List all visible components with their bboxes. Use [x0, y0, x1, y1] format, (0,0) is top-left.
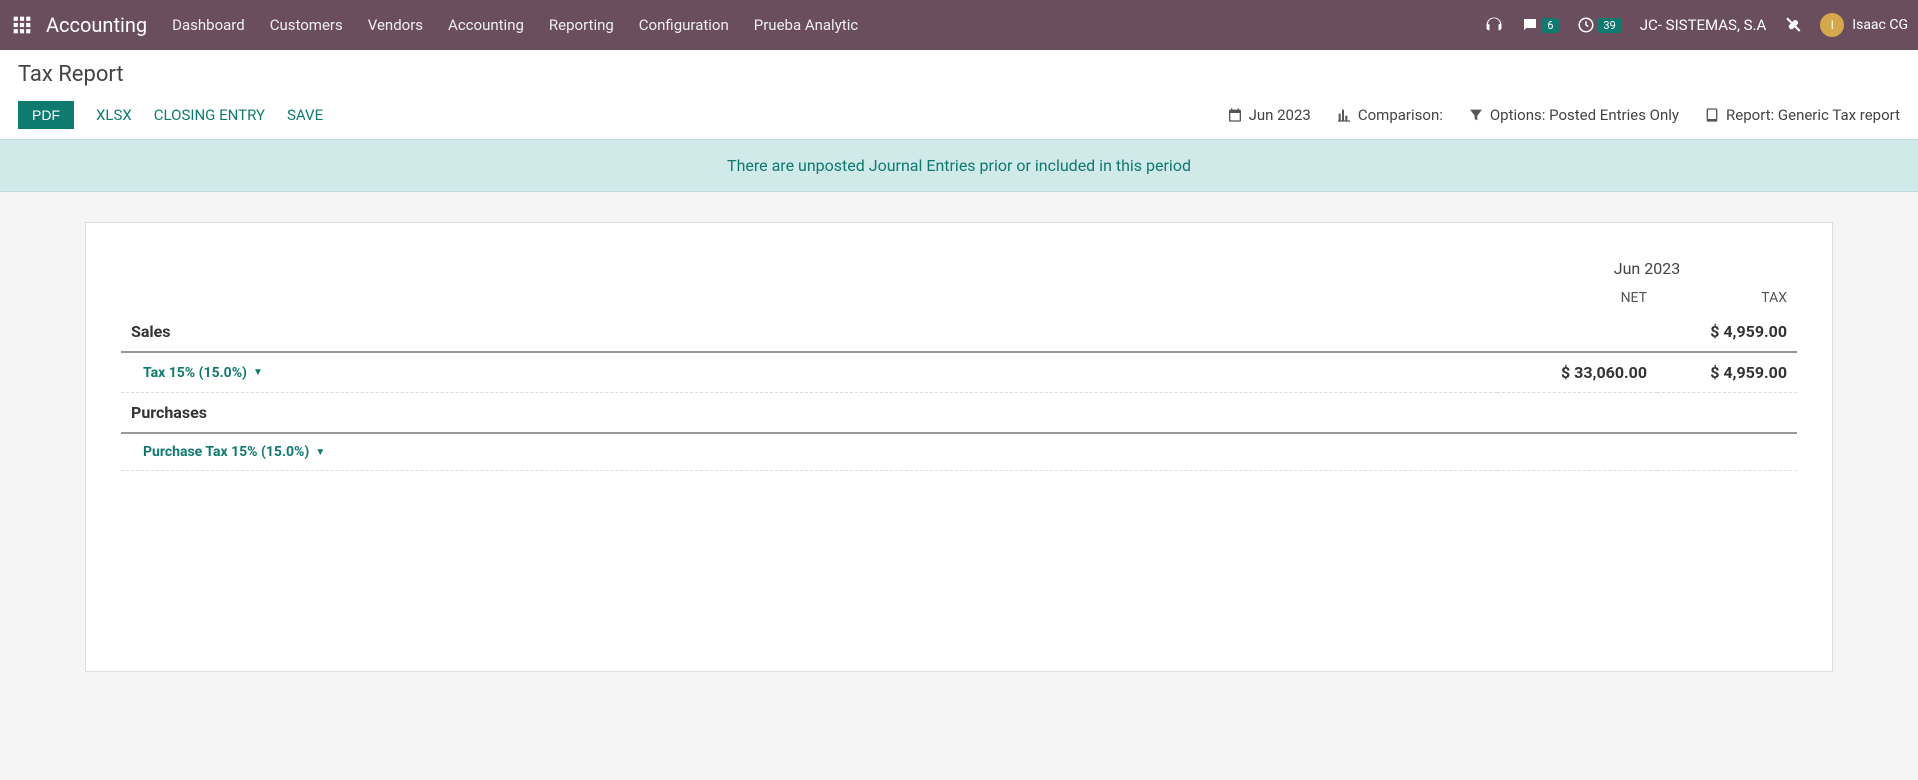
- nav-prueba-analytic[interactable]: Prueba Analytic: [754, 16, 858, 34]
- toolbar-right: Jun 2023 Comparison: Options: Posted Ent…: [1227, 106, 1900, 124]
- warning-banner[interactable]: There are unposted Journal Entries prior…: [0, 139, 1918, 192]
- col-net-header: NET: [1497, 284, 1657, 312]
- caret-down-icon: ▼: [315, 447, 325, 458]
- caret-down-icon: ▼: [253, 367, 263, 378]
- comparison-filter[interactable]: Comparison:: [1336, 106, 1443, 124]
- navbar: Accounting Dashboard Customers Vendors A…: [0, 0, 1918, 50]
- user-name: Isaac CG: [1852, 17, 1908, 33]
- detail-sales-tax: Tax 15% (15.0%) ▼ $ 33,060.00 $ 4,959.00: [121, 352, 1797, 393]
- date-filter[interactable]: Jun 2023: [1227, 106, 1311, 124]
- calendar-icon: [1227, 107, 1243, 123]
- col-tax-header: TAX: [1657, 284, 1797, 312]
- toolbar: PDF XLSX CLOSING ENTRY SAVE Jun 2023 Com…: [18, 101, 1900, 139]
- detail-tax: $ 4,959.00: [1657, 352, 1797, 393]
- report-wrap: Jun 2023 NET TAX Sales $ 4,959.00: [0, 192, 1918, 702]
- filter-icon: [1468, 107, 1484, 123]
- nav-accounting[interactable]: Accounting: [448, 16, 524, 34]
- user-menu[interactable]: I Isaac CG: [1820, 13, 1908, 37]
- section-label: Purchases: [121, 393, 1497, 434]
- pdf-button[interactable]: PDF: [18, 101, 74, 129]
- date-filter-label: Jun 2023: [1249, 106, 1311, 124]
- detail-purchase-tax: Purchase Tax 15% (15.0%) ▼: [121, 433, 1797, 471]
- save-button[interactable]: SAVE: [287, 106, 323, 124]
- report-selector[interactable]: Report: Generic Tax report: [1704, 106, 1900, 124]
- nav-dashboard[interactable]: Dashboard: [172, 16, 245, 34]
- apps-icon[interactable]: [10, 13, 34, 37]
- detail-toggle[interactable]: Tax 15% (15.0%) ▼: [131, 365, 1487, 381]
- avatar: I: [1820, 13, 1844, 37]
- chat-icon[interactable]: 6: [1521, 16, 1559, 34]
- xlsx-button[interactable]: XLSX: [96, 106, 132, 124]
- detail-net: [1497, 433, 1657, 471]
- company-selector[interactable]: JC- SISTEMAS, S.A: [1640, 16, 1767, 34]
- report-table: Jun 2023 NET TAX Sales $ 4,959.00: [121, 253, 1797, 471]
- activity-icon[interactable]: 39: [1577, 16, 1621, 34]
- detail-label-text: Purchase Tax 15% (15.0%): [143, 444, 309, 460]
- comparison-label: Comparison:: [1358, 106, 1443, 124]
- page-title: Tax Report: [18, 62, 1900, 87]
- section-tax: [1657, 393, 1797, 434]
- section-label: Sales: [121, 312, 1497, 352]
- section-net: [1497, 393, 1657, 434]
- section-sales: Sales $ 4,959.00: [121, 312, 1797, 352]
- closing-entry-button[interactable]: CLOSING ENTRY: [154, 106, 265, 124]
- options-label: Options: Posted Entries Only: [1490, 106, 1679, 124]
- detail-tax: [1657, 433, 1797, 471]
- detail-label-text: Tax 15% (15.0%): [143, 365, 247, 381]
- activity-badge: 39: [1597, 18, 1621, 33]
- chat-badge: 6: [1541, 18, 1559, 33]
- section-net: [1497, 312, 1657, 352]
- section-tax: $ 4,959.00: [1657, 312, 1797, 352]
- nav-configuration[interactable]: Configuration: [639, 16, 729, 34]
- nav-customers[interactable]: Customers: [270, 16, 343, 34]
- report-card: Jun 2023 NET TAX Sales $ 4,959.00: [85, 222, 1833, 672]
- debug-icon[interactable]: [1784, 16, 1802, 34]
- nav-reporting[interactable]: Reporting: [549, 16, 614, 34]
- detail-toggle[interactable]: Purchase Tax 15% (15.0%) ▼: [131, 444, 1487, 460]
- nav-menu: Dashboard Customers Vendors Accounting R…: [172, 16, 1485, 34]
- chart-icon: [1336, 107, 1352, 123]
- nav-right: 6 39 JC- SISTEMAS, S.A I Isaac CG: [1485, 13, 1908, 37]
- subheader: Tax Report PDF XLSX CLOSING ENTRY SAVE J…: [0, 50, 1918, 139]
- report-label: Report: Generic Tax report: [1726, 106, 1900, 124]
- book-icon: [1704, 107, 1720, 123]
- detail-net: $ 33,060.00: [1497, 352, 1657, 393]
- brand[interactable]: Accounting: [46, 13, 147, 37]
- support-icon[interactable]: [1485, 16, 1503, 34]
- period-header: Jun 2023: [1497, 253, 1797, 284]
- options-filter[interactable]: Options: Posted Entries Only: [1468, 106, 1679, 124]
- section-purchases: Purchases: [121, 393, 1797, 434]
- nav-vendors[interactable]: Vendors: [368, 16, 423, 34]
